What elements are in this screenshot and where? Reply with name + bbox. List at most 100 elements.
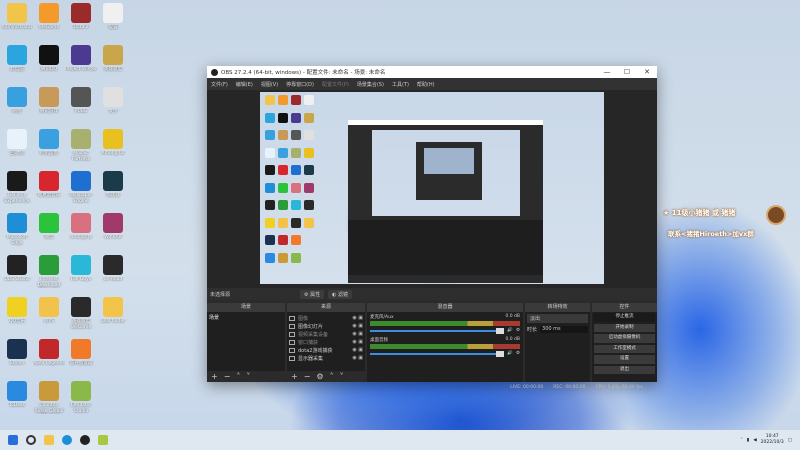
add-source-button[interactable]: +: [291, 372, 298, 381]
source-item[interactable]: 视频采集设备 ◉ ▣: [289, 330, 363, 338]
desktop-icon[interactable]: 网络: [1, 87, 33, 120]
maximize-button[interactable]: ☐: [617, 68, 637, 76]
desktop-icon[interactable]: 加速器: [97, 171, 129, 204]
desktop-icon[interactable]: 控制面板: [33, 129, 65, 162]
desktop-icon[interactable]: 雷神加速器: [65, 339, 97, 372]
move-down-icon[interactable]: ˅: [246, 372, 250, 381]
scene-item[interactable]: 场景: [209, 314, 283, 321]
virtual-camera-button[interactable]: 启动虚拟摄像机: [594, 334, 655, 343]
desktop-icon[interactable]: un-dead: [97, 255, 129, 288]
desktop-icon[interactable]: 微信: [33, 213, 65, 246]
volume-slider[interactable]: [370, 327, 505, 334]
transition-select[interactable]: 淡出: [527, 314, 588, 323]
desktop-icon[interactable]: Project Winter: [65, 45, 97, 78]
source-item[interactable]: 图像 ◉ ▣: [289, 314, 363, 322]
desktop-icon[interactable]: 回收站: [1, 129, 33, 162]
desktop-icon[interactable]: 腾讯游戏: [33, 87, 65, 120]
duration-input[interactable]: 300 ms: [540, 326, 588, 333]
studio-mode-button[interactable]: 工作室模式: [594, 344, 655, 353]
menu-help[interactable]: 帮助(H): [417, 81, 435, 88]
source-settings-gear-icon[interactable]: ⚙: [316, 372, 323, 381]
visibility-eye-icon[interactable]: ◉ ▣: [352, 323, 363, 329]
desktop-icon[interactable]: Among Us: [97, 129, 129, 162]
volume-icon[interactable]: ◀: [753, 438, 756, 443]
tray-chevron-icon[interactable]: ˄: [740, 438, 742, 443]
settings-button[interactable]: 设置: [594, 355, 655, 364]
remove-source-button[interactable]: −: [304, 372, 311, 381]
move-up-icon[interactable]: ˄: [236, 372, 240, 381]
menu-scene-collection[interactable]: 场景集合(S): [357, 81, 384, 88]
edge-icon[interactable]: [62, 435, 72, 445]
desktop-icon[interactable]: Apex Legends: [33, 339, 65, 372]
desktop-icon[interactable]: Administrator: [1, 3, 33, 36]
desktop-icon[interactable]: Fall Guys: [65, 255, 97, 288]
source-item[interactable]: 显示器采集 ◉ ▣: [289, 354, 363, 362]
preview-canvas[interactable]: [260, 92, 604, 284]
menu-view[interactable]: 视图(V): [261, 81, 278, 88]
move-down-icon[interactable]: ˅: [340, 372, 344, 381]
desktop-icon[interactable]: OBS Studio: [1, 255, 33, 288]
desktop-icon[interactable]: Wallpaper Engine: [65, 171, 97, 204]
move-up-icon[interactable]: ˄: [330, 372, 334, 381]
menu-edit[interactable]: 编辑(E): [236, 81, 253, 88]
desktop-icon[interactable]: 腾讯QQ: [33, 45, 65, 78]
desktop-icon[interactable]: WPS: [33, 297, 65, 330]
properties-button[interactable]: ⚙ 属性: [300, 289, 325, 299]
desktop-icon[interactable]: 文件: [97, 87, 129, 120]
desktop-icon[interactable]: WeGame: [33, 3, 65, 36]
network-icon[interactable]: ▮: [747, 438, 749, 443]
speaker-icon[interactable]: 🔊: [507, 351, 513, 356]
gear-icon[interactable]: ⚙: [516, 351, 520, 356]
desktop-icon[interactable]: Mosaic Fortress: [65, 129, 97, 162]
desktop-icon[interactable]: 英雄联盟: [97, 45, 129, 78]
file-explorer-icon[interactable]: [44, 435, 54, 445]
obs-taskbar-icon[interactable]: [80, 435, 90, 445]
desktop-icon[interactable]: Microsoft Edge: [1, 213, 33, 246]
visibility-eye-icon[interactable]: ◉ ▣: [352, 347, 363, 353]
desktop-icon[interactable]: 网易云音乐: [33, 171, 65, 204]
clock[interactable]: 10:47 2022/10/3: [761, 434, 784, 446]
desktop-icon[interactable]: Leaf folder: [97, 297, 129, 330]
desktop-icon[interactable]: Steam: [1, 339, 33, 372]
start-windows-icon[interactable]: [8, 435, 18, 445]
desktop-icon[interactable]: QQ音乐: [1, 297, 33, 330]
minimize-button[interactable]: —: [597, 68, 617, 76]
desktop-icon[interactable]: Emulator Studio: [65, 381, 97, 414]
menu-docks[interactable]: 停靠窗口(D): [286, 81, 314, 88]
desktop-icon[interactable]: WinRAR: [97, 213, 129, 246]
source-item[interactable]: dota2游戏捕获 ◉ ▣: [289, 346, 363, 354]
desktop-icon[interactable]: PUBG: [65, 87, 97, 120]
visibility-eye-icon[interactable]: ◉ ▣: [352, 315, 363, 321]
stop-streaming-button[interactable]: 停止推流: [594, 313, 655, 322]
desktop-icon[interactable]: 此电脑: [1, 45, 33, 78]
filters-button[interactable]: ◐ 滤镜: [328, 289, 353, 299]
source-item[interactable]: 窗口捕获 ◉ ▣: [289, 338, 363, 346]
exit-button[interactable]: 退出: [594, 365, 655, 374]
start-recording-button[interactable]: 开始录制: [594, 323, 655, 332]
app-taskbar-icon[interactable]: [98, 435, 108, 445]
desktop-icon[interactable]: 设置: [97, 3, 129, 36]
desktop-icon[interactable]: GeForce Experience: [1, 171, 33, 204]
volume-slider[interactable]: [370, 350, 505, 357]
desktop-icon[interactable]: Internet Download Manager: [33, 255, 65, 288]
visibility-eye-icon[interactable]: ◉ ▣: [352, 339, 363, 345]
desktop-icon[interactable]: Arknights: [65, 213, 97, 246]
menu-profile[interactable]: 配置文件(P): [322, 81, 349, 88]
search-icon[interactable]: [26, 435, 36, 445]
desktop-icon[interactable]: ToDesk: [1, 381, 33, 414]
desktop-icon[interactable]: Dota 2: [65, 3, 97, 36]
desktop-icon[interactable]: Counter-Strike Global Offensive: [33, 381, 65, 414]
remove-scene-button[interactable]: −: [224, 372, 231, 381]
gear-icon[interactable]: ⚙: [516, 328, 520, 333]
visibility-eye-icon[interactable]: ◉ ▣: [352, 331, 363, 337]
menu-file[interactable]: 文件(F): [211, 81, 228, 88]
menu-tools[interactable]: 工具(T): [392, 81, 409, 88]
notification-icon[interactable]: ▢: [788, 438, 792, 443]
menu-bar: 文件(F) 编辑(E) 视图(V) 停靠窗口(D) 配置文件(P) 场景集合(S…: [207, 78, 657, 90]
visibility-eye-icon[interactable]: ◉ ▣: [352, 355, 363, 361]
desktop-icon[interactable]: 英雄联盟WeGame: [65, 297, 97, 330]
speaker-icon[interactable]: 🔊: [507, 328, 513, 333]
source-item[interactable]: 图像幻灯片 ◉ ▣: [289, 322, 363, 330]
close-button[interactable]: ✕: [637, 68, 657, 76]
add-scene-button[interactable]: +: [211, 372, 218, 381]
